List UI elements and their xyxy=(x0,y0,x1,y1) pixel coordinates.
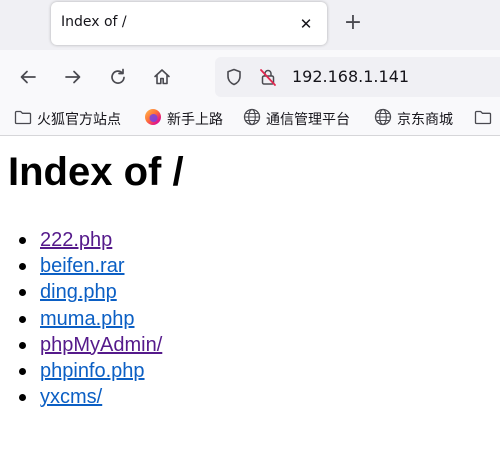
bookmark-comm-platform[interactable]: 通信管理平台 xyxy=(243,103,350,135)
forward-arrow-icon[interactable] xyxy=(60,64,86,90)
list-item: ding.php xyxy=(18,279,162,305)
folder-link-yxcms[interactable]: yxcms/ xyxy=(40,386,102,408)
folder-icon xyxy=(14,109,32,129)
bookmark-firefox-official[interactable]: 火狐官方站点 xyxy=(14,103,121,135)
bookmark-jd-mall[interactable]: 京东商城 xyxy=(374,103,453,135)
folder-icon xyxy=(474,109,492,129)
reload-icon[interactable] xyxy=(105,64,131,90)
bookmark-getting-started[interactable]: 新手上路 xyxy=(144,103,223,135)
globe-icon xyxy=(374,108,392,130)
list-item: beifen.rar xyxy=(18,253,162,279)
tab-title: Index of / xyxy=(61,14,127,30)
file-link-222-php[interactable]: 222.php xyxy=(40,229,112,251)
list-item: muma.php xyxy=(18,306,162,332)
file-link-muma-php[interactable]: muma.php xyxy=(40,308,135,330)
url-text[interactable]: 192.168.1.141 xyxy=(292,67,409,86)
list-item: yxcms/ xyxy=(18,384,162,410)
bookmark-label: 通信管理平台 xyxy=(266,112,350,128)
bookmark-overflow-folder[interactable] xyxy=(474,103,492,135)
file-link-ding-php[interactable]: ding.php xyxy=(40,281,117,303)
navigation-toolbar: 192.168.1.141 xyxy=(0,50,500,103)
tab-index[interactable]: Index of / ✕ xyxy=(51,2,327,45)
tab-strip: Index of / ✕ + xyxy=(0,0,500,50)
home-icon[interactable] xyxy=(149,64,175,90)
list-item: 222.php xyxy=(18,227,162,253)
list-item: phpMyAdmin/ xyxy=(18,332,162,358)
bookmark-label: 京东商城 xyxy=(397,112,453,128)
firefox-logo-icon xyxy=(144,108,162,130)
insecure-lock-icon[interactable] xyxy=(255,64,281,90)
new-tab-button[interactable]: + xyxy=(339,10,367,38)
page-title: Index of / xyxy=(8,150,184,194)
page-content: Index of / 222.php beifen.rar ding.php m… xyxy=(0,136,500,461)
shield-icon[interactable] xyxy=(221,64,247,90)
folder-link-phpmyadmin[interactable]: phpMyAdmin/ xyxy=(40,334,162,356)
bookmark-label: 火狐官方站点 xyxy=(37,112,121,128)
back-arrow-icon[interactable] xyxy=(15,64,41,90)
bookmark-label: 新手上路 xyxy=(167,112,223,128)
bookmarks-toolbar: 火狐官方站点 新手上路 通信管理平台 京东商城 xyxy=(0,103,500,136)
file-link-beifen-rar[interactable]: beifen.rar xyxy=(40,255,125,277)
address-bar[interactable]: 192.168.1.141 xyxy=(215,57,500,97)
directory-listing: 222.php beifen.rar ding.php muma.php php… xyxy=(0,227,162,410)
globe-icon xyxy=(243,108,261,130)
list-item: phpinfo.php xyxy=(18,358,162,384)
close-icon[interactable]: ✕ xyxy=(296,14,316,34)
file-link-phpinfo-php[interactable]: phpinfo.php xyxy=(40,360,145,382)
